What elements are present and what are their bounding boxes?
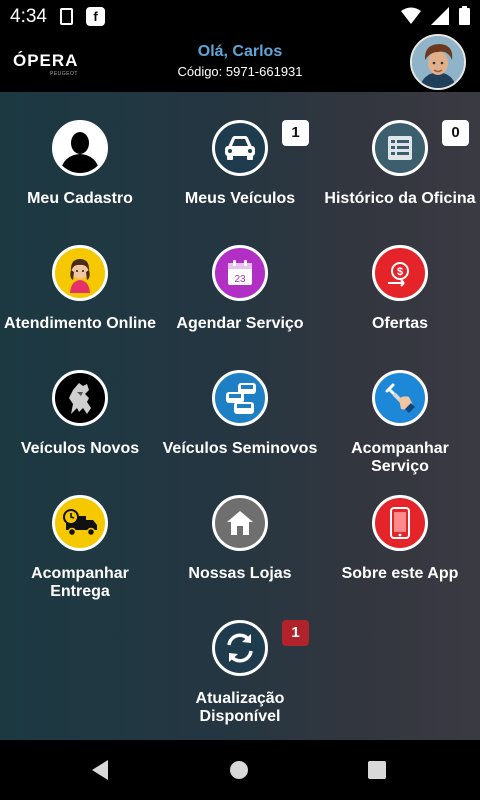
tile-label: Histórico da Oficina — [324, 190, 476, 207]
smartphone-icon — [372, 495, 428, 551]
delivery-truck-icon — [52, 495, 108, 551]
tile-label: Veículos Seminovos — [162, 440, 318, 457]
avatar-photo — [412, 36, 464, 88]
offers-icon: $ — [372, 245, 428, 301]
system-navbar — [0, 740, 480, 800]
peugeot-lion-icon — [52, 370, 108, 426]
refresh-icon — [212, 620, 268, 676]
update-count-badge: 1 — [282, 620, 309, 646]
car-icon — [212, 120, 268, 176]
tile-label: Atualização Disponível — [195, 690, 285, 725]
wrench-hand-icon — [372, 370, 428, 426]
app-notification-icon: f — [86, 7, 105, 26]
user-avatar[interactable] — [410, 34, 466, 90]
battery-icon — [459, 6, 470, 25]
recents-icon[interactable] — [368, 761, 386, 779]
svg-text:$: $ — [397, 266, 403, 278]
history-count-badge: 0 — [442, 120, 469, 146]
history-list-icon — [372, 120, 428, 176]
store-icon — [212, 495, 268, 551]
user-code: Código: 5971-661931 — [177, 64, 303, 79]
tile-label: Ofertas — [371, 315, 429, 332]
status-bar: 4:34 f — [0, 0, 480, 34]
calendar-day: 23 — [234, 274, 246, 285]
menu-grid: Meu Cadastro 1 Meus Veículos 0 Histórico… — [0, 92, 480, 740]
tile-label: Veículos Novos — [20, 440, 140, 457]
wifi-icon — [401, 7, 421, 24]
tile-label: Meus Veículos — [184, 190, 296, 207]
user-greeting: Olá, Carlos — [197, 43, 283, 60]
cell-signal-icon — [431, 6, 449, 25]
app-header: ÓPERA PEUGEOT Olá, Carlos Código: 5971-6… — [0, 34, 480, 92]
tile-label: Meu Cadastro — [27, 190, 133, 207]
vehicles-count-badge: 1 — [282, 120, 309, 146]
tile-label: Acompanhar Serviço — [351, 440, 449, 475]
back-icon[interactable] — [90, 759, 110, 781]
tile-label: Acompanhar Entrega — [31, 565, 129, 600]
tile-label: Atendimento Online — [4, 315, 156, 332]
home-icon[interactable] — [229, 760, 249, 780]
support-agent-icon — [52, 245, 108, 301]
used-cars-icon — [212, 370, 268, 426]
status-time: 4:34 — [10, 6, 47, 27]
tile-label: Nossas Lojas — [188, 565, 292, 582]
calendar-icon: 23 — [212, 245, 268, 301]
sd-card-icon — [60, 8, 73, 25]
tile-label: Agendar Serviço — [176, 315, 304, 332]
person-silhouette-icon — [52, 120, 108, 176]
tile-label: Sobre este App — [341, 565, 459, 582]
